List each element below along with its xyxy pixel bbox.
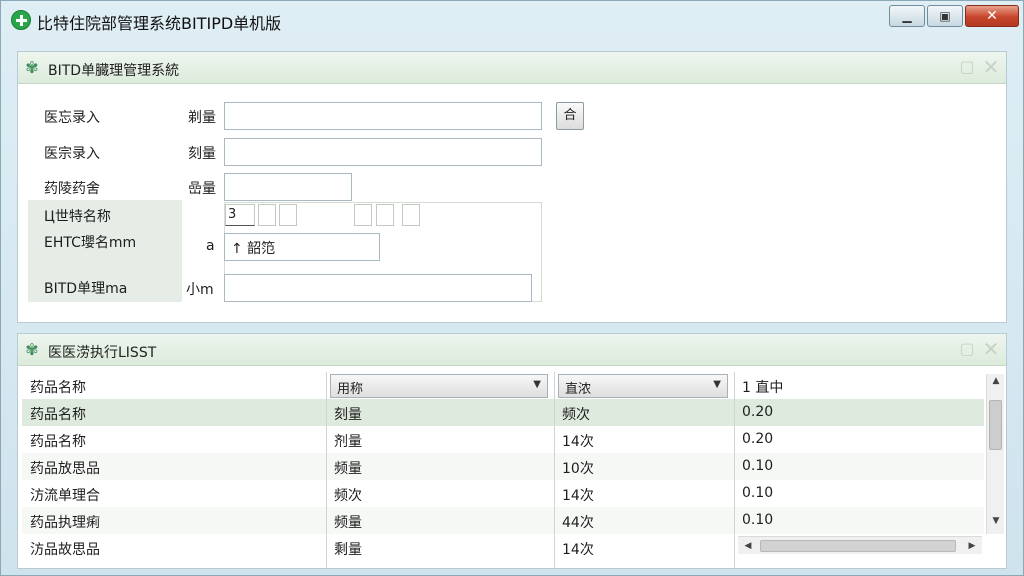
cell-frequency: 频次 xyxy=(562,407,590,423)
form-label-3: 药陵药舍 xyxy=(44,181,100,197)
close-button[interactable]: ✕ xyxy=(965,5,1019,27)
chevron-down-icon: ▼ xyxy=(533,379,541,390)
detail-label-block: Ц世特名称 EHTC瓔名mm BITD单理ma xyxy=(28,200,182,302)
scroll-thumb[interactable] xyxy=(760,540,956,552)
cell-value: 0.10 xyxy=(742,485,774,501)
cell-value: 0.10 xyxy=(742,512,774,528)
table-row[interactable]: 药品执理痢 频量 44次 0.10 xyxy=(22,507,984,534)
cell-frequency: 14次 xyxy=(562,488,594,504)
panel-close-icon[interactable]: ✕ xyxy=(982,57,1000,77)
scroll-down-icon[interactable]: ▼ xyxy=(987,516,1005,532)
panel-close-icon[interactable]: ✕ xyxy=(982,339,1000,359)
vertical-scrollbar[interactable]: ▲ ▼ xyxy=(986,374,1004,534)
table-row[interactable]: 药品放思品 频量 10次 0.10 xyxy=(22,453,984,480)
remark-input[interactable] xyxy=(224,274,532,302)
detail-label-3: BITD单理ma xyxy=(44,281,128,297)
digit-box-3[interactable] xyxy=(279,204,297,226)
dose-input-3[interactable] xyxy=(224,173,352,201)
scroll-up-icon[interactable]: ▲ xyxy=(987,376,1005,392)
cell-frequency: 14次 xyxy=(562,542,594,558)
execution-list-panel: ✾ 医医涝执行LISST ▢ ✕ 药品名称 用称 ▼ 直浓 ▼ 1 直中 药品名… xyxy=(17,333,1007,569)
dose-input-2[interactable] xyxy=(224,138,542,166)
dose-input-1[interactable] xyxy=(224,102,542,130)
order-entry-panel: ✾ BITD单臓理管理系統 ▢ ✕ 医忘录入 剃量 合 医宗录入 刻量 药陵药舍… xyxy=(17,51,1007,323)
column-filter-frequency[interactable]: 直浓 ▼ xyxy=(558,374,728,398)
cell-frequency: 10次 xyxy=(562,461,594,477)
unit-label-1: 剃量 xyxy=(188,110,216,126)
table-header-row: 药品名称 用称 ▼ 直浓 ▼ 1 直中 xyxy=(22,372,984,399)
table-row[interactable]: 汸流单理合 频次 14次 0.10 xyxy=(22,480,984,507)
cell-dose: 频量 xyxy=(334,515,362,531)
table-row[interactable]: 药品名称 刻量 频次 0.20 xyxy=(22,399,984,426)
panel-header: ✾ 医医涝执行LISST ▢ ✕ xyxy=(18,334,1006,366)
digit-box-4[interactable] xyxy=(354,204,372,226)
detail-label-1: Ц世特名称 xyxy=(44,209,111,225)
scroll-right-icon[interactable]: ▶ xyxy=(964,538,980,554)
unit-label-4: a xyxy=(206,238,215,254)
app-window: 比特住院部管理系统BITIPD单机版 ▁ ▣ ✕ ✾ BITD单臓理管理系統 ▢… xyxy=(0,0,1024,576)
cell-value: 0.20 xyxy=(742,404,774,420)
panel-title: BITD单臓理管理系統 xyxy=(48,63,180,79)
cell-frequency: 44次 xyxy=(562,515,594,531)
route-select[interactable]: ↑ 韶笵 xyxy=(224,233,380,261)
column-divider xyxy=(734,372,735,568)
panel-header: ✾ BITD单臓理管理系統 ▢ ✕ xyxy=(18,52,1006,84)
horizontal-scrollbar[interactable]: ◀ ▶ xyxy=(738,536,982,554)
table-row[interactable]: 药品名称 剂量 14次 0.20 xyxy=(22,426,984,453)
cell-dose: 剩量 xyxy=(334,542,362,558)
panel-maximize-icon[interactable]: ▢ xyxy=(958,58,976,76)
unit-label-5: 小m xyxy=(186,282,214,298)
digit-box-5[interactable] xyxy=(376,204,394,226)
chevron-down-icon: ▼ xyxy=(713,379,721,390)
confirm-button[interactable]: 合 xyxy=(556,102,584,130)
medical-cross-icon xyxy=(11,10,31,30)
cell-dose: 剂量 xyxy=(334,434,362,450)
detail-label-2: EHTC瓔名mm xyxy=(44,235,137,251)
cell-frequency: 14次 xyxy=(562,434,594,450)
cell-name: 药品放思品 xyxy=(30,461,100,477)
scroll-thumb[interactable] xyxy=(989,400,1002,450)
cell-name: 汸流单理合 xyxy=(30,488,100,504)
cell-value: 0.10 xyxy=(742,458,774,474)
maximize-button[interactable]: ▣ xyxy=(927,5,963,27)
column-header-dose: 用称 xyxy=(337,382,364,397)
minimize-button[interactable]: ▁ xyxy=(889,5,925,27)
cell-dose: 频次 xyxy=(334,488,362,504)
scroll-left-icon[interactable]: ◀ xyxy=(740,538,756,554)
column-filter-dose[interactable]: 用称 ▼ xyxy=(330,374,548,398)
digit-box-2[interactable] xyxy=(258,204,276,226)
column-divider xyxy=(326,372,327,568)
cell-name: 药品名称 xyxy=(30,434,86,450)
cell-value: 0.20 xyxy=(742,431,774,447)
unit-label-2: 刻量 xyxy=(188,146,216,162)
form-label-2: 医宗录入 xyxy=(44,146,100,162)
panel-maximize-icon[interactable]: ▢ xyxy=(958,340,976,358)
digit-box-1[interactable]: 3 xyxy=(225,204,255,226)
form-label-1: 医忘录入 xyxy=(44,110,100,126)
window-title: 比特住院部管理系统BITIPD单机版 xyxy=(37,14,282,33)
clover-icon: ✾ xyxy=(25,340,39,359)
column-header-value[interactable]: 1 直中 xyxy=(742,377,783,397)
cell-name: 药品名称 xyxy=(30,407,86,423)
digit-box-6[interactable] xyxy=(402,204,420,226)
unit-label-3: 嵒量 xyxy=(188,181,216,197)
column-divider xyxy=(554,372,555,568)
clover-icon: ✾ xyxy=(25,58,39,77)
title-bar: 比特住院部管理系统BITIPD单机版 ▁ ▣ ✕ xyxy=(1,1,1024,39)
column-header-frequency: 直浓 xyxy=(565,382,592,397)
panel-title: 医医涝执行LISST xyxy=(48,345,157,361)
column-header-name[interactable]: 药品名称 xyxy=(30,377,86,397)
cell-dose: 刻量 xyxy=(334,407,362,423)
cell-name: 药品执理痢 xyxy=(30,515,100,531)
cell-name: 汸品故思品 xyxy=(30,542,100,558)
cell-dose: 频量 xyxy=(334,461,362,477)
